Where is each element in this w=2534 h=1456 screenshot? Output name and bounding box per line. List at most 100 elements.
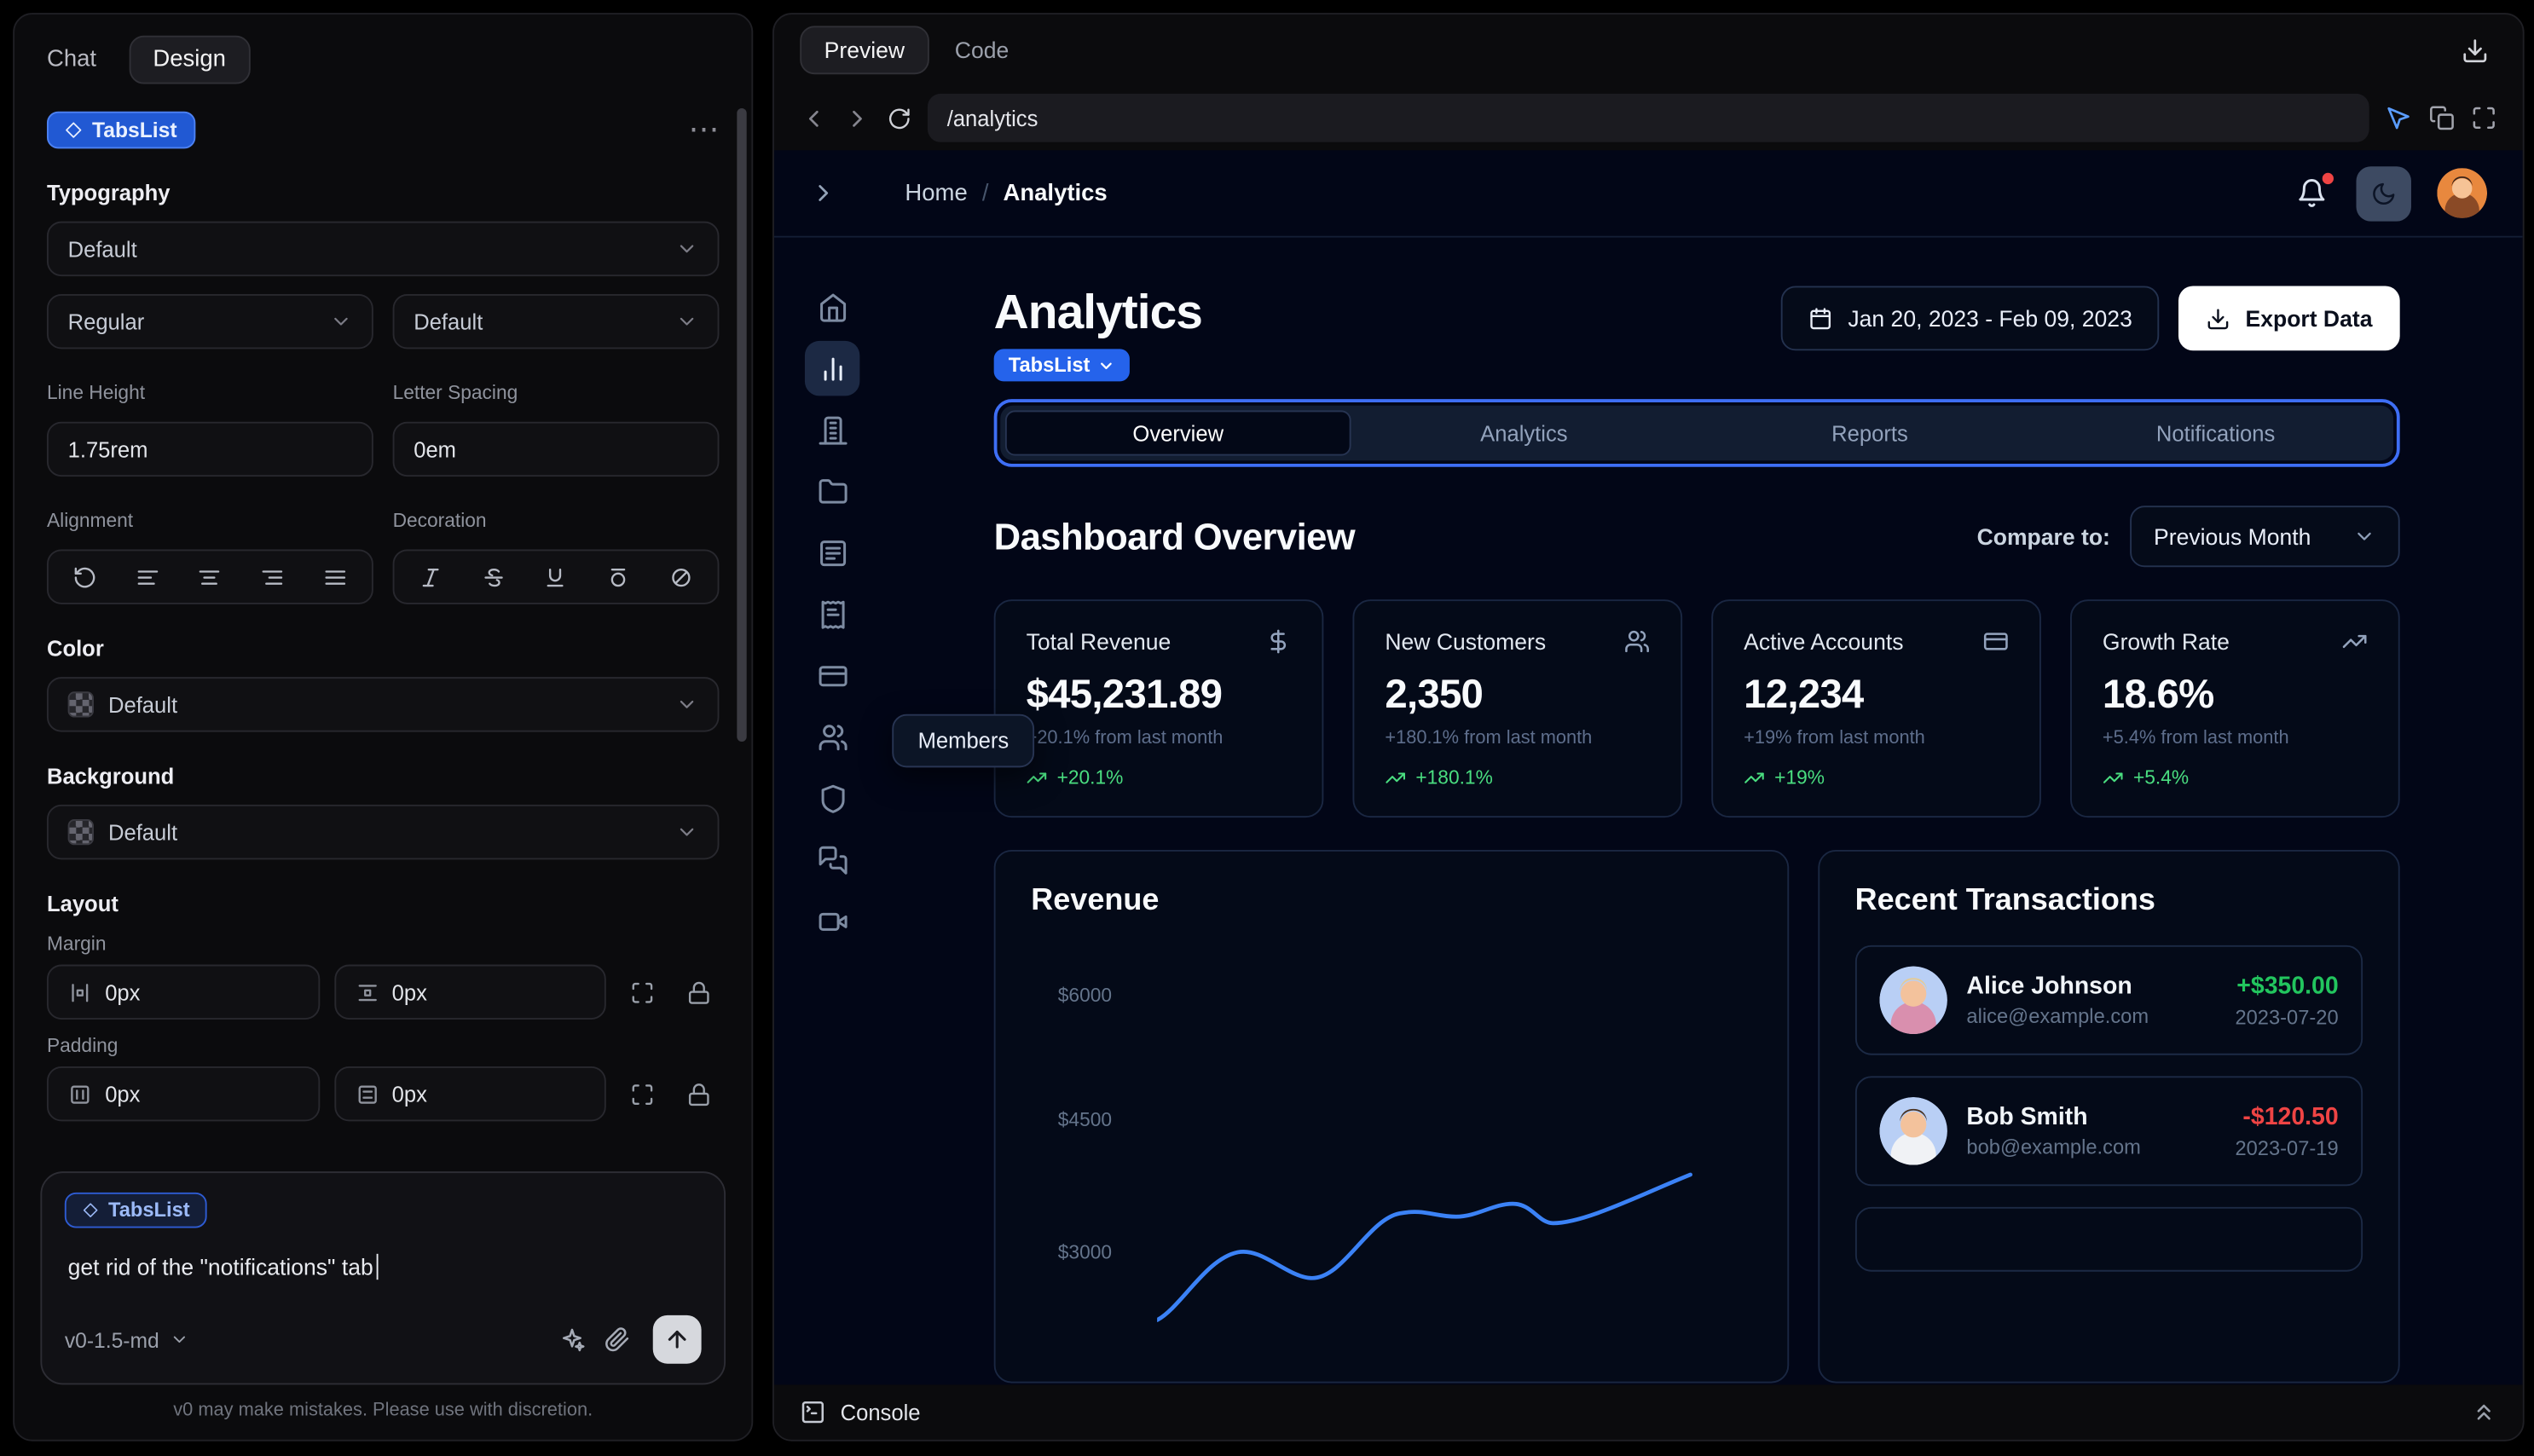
sidebar-item-analytics[interactable] [804,340,860,396]
theme-toggle-button[interactable] [2356,165,2411,221]
selection-overlay-badge[interactable]: TabsList [993,349,1131,382]
chevron-down-icon [2353,525,2376,548]
transaction-amount: -$120.50 [2242,1102,2339,1130]
folder-icon [817,476,848,506]
margin-x-input[interactable]: 0px [46,964,320,1020]
transaction-email: bob@example.com [1966,1135,2141,1159]
font-family-select[interactable]: Default [46,221,720,277]
selected-component-chip[interactable]: TabsList [46,111,195,149]
sidebar-tooltip: Members [892,714,1035,768]
chevron-down-icon [330,310,353,333]
refresh-button[interactable] [888,106,911,130]
enhance-prompt-button[interactable] [549,1317,594,1362]
chat-composer[interactable]: TabsList get rid of the "notifications" … [40,1171,726,1385]
font-size-select[interactable]: Default [392,293,720,350]
tab-code[interactable]: Code [955,38,1009,63]
padding-y-value: 0px [391,1081,427,1106]
transaction-row[interactable]: Bob Smith bob@example.com -$120.50 2023-… [1854,1076,2363,1187]
sidebar-item-members[interactable] [805,709,859,764]
compare-select[interactable]: Previous Month [2129,506,2400,568]
bell-icon [2296,177,2327,208]
forward-button[interactable] [843,104,871,131]
user-avatar[interactable] [2437,168,2488,218]
notifications-button[interactable] [2296,172,2334,208]
sidebar-item-billing[interactable] [805,648,859,702]
margin-expand-button[interactable] [621,971,662,1013]
sidebar-item-projects[interactable] [805,464,859,518]
duplicate-button[interactable] [2429,105,2455,130]
padding-expand-button[interactable] [621,1073,662,1115]
background-swatch [67,818,94,846]
breadcrumb-home[interactable]: Home [905,180,967,205]
browser-toolbar: /analytics [774,85,2523,150]
download-project-button[interactable] [2451,27,2496,72]
font-weight-select[interactable]: Regular [46,293,373,350]
underline-button[interactable] [533,556,578,598]
fullscreen-icon [2471,105,2496,130]
url-bar[interactable]: /analytics [927,93,2369,142]
no-decoration-button[interactable] [659,556,704,598]
tab-chat[interactable]: Chat [47,47,96,72]
sidebar-item-video[interactable] [805,893,859,948]
margin-lock-button[interactable] [677,971,719,1013]
italic-button[interactable] [408,556,453,598]
chevrons-up-icon[interactable] [2471,1399,2496,1424]
send-button[interactable] [652,1314,702,1364]
align-left-button[interactable] [124,556,170,598]
app-main: Analytics Jan 20, 2023 - Feb 09, 2023 Ex… [890,238,2522,1385]
letter-spacing-input[interactable]: 0em [392,421,720,477]
align-right-button[interactable] [250,556,295,598]
date-range-value: Jan 20, 2023 - Feb 09, 2023 [1848,305,2132,332]
background-select[interactable]: Default [46,804,720,860]
tab-overview[interactable]: Overview [1004,410,1351,456]
panel-tabs: Chat Design [14,14,751,97]
more-menu-button[interactable]: ⋯ [688,115,719,146]
padding-lock-button[interactable] [677,1073,719,1115]
stat-value: 18.6% [2102,672,2214,718]
tab-design[interactable]: Design [128,35,251,84]
revenue-title: Revenue [1031,883,1160,918]
sidebar-item-organization[interactable] [805,402,859,457]
date-range-button[interactable]: Jan 20, 2023 - Feb 09, 2023 [1779,286,2161,351]
margin-y-input[interactable]: 0px [333,964,606,1020]
inspect-button[interactable] [2386,104,2413,131]
attach-file-button[interactable] [595,1317,640,1362]
transaction-row[interactable]: Alice Johnson alice@example.com +$350.00… [1854,945,2363,1055]
align-justify-button[interactable] [313,556,358,598]
alignment-toolbar [46,549,373,604]
padding-vertical-icon [355,1082,379,1106]
composer-component-chip[interactable]: TabsList [64,1192,208,1228]
sidebar-expand-button[interactable] [810,179,837,206]
align-center-button[interactable] [188,556,233,598]
chevron-right-icon [843,104,871,131]
back-button[interactable] [800,104,827,131]
terminal-icon [800,1399,825,1424]
sidebar-item-invoices[interactable] [805,586,859,641]
line-height-input[interactable]: 1.75rem [46,421,373,477]
panel-scrollbar[interactable] [737,107,747,742]
tab-notifications[interactable]: Notifications [2043,410,2389,455]
fullscreen-button[interactable] [2471,105,2496,130]
console-bar[interactable]: Console [773,1384,2523,1440]
stat-card-new-customers: New Customers 2,350 +180.1% from last mo… [1352,599,1683,818]
sidebar-item-forms[interactable] [805,525,859,580]
model-select[interactable]: v0-1.5-md [65,1327,188,1352]
padding-y-input[interactable]: 0px [333,1066,606,1122]
color-swatch [67,691,94,718]
overline-button[interactable] [596,556,641,598]
margin-x-value: 0px [105,979,141,1004]
composer-input[interactable]: get rid of the "notifications" tab [68,1252,698,1281]
sidebar-item-messages[interactable] [805,832,859,887]
preview-viewport: Home / Analytics Members Analytics Jan 2… [773,150,2523,1385]
sidebar-item-security[interactable] [805,771,859,825]
strikethrough-button[interactable] [471,556,516,598]
export-data-button[interactable]: Export Data [2178,286,2400,351]
composer-chip-label: TabsList [107,1199,190,1222]
reset-alignment-button[interactable] [62,556,107,598]
padding-x-input[interactable]: 0px [46,1066,320,1122]
tab-preview[interactable]: Preview [800,26,929,75]
color-select[interactable]: Default [46,677,720,732]
tab-reports[interactable]: Reports [1697,410,2043,455]
tab-analytics[interactable]: Analytics [1351,410,1698,455]
sidebar-item-home[interactable] [805,280,859,334]
